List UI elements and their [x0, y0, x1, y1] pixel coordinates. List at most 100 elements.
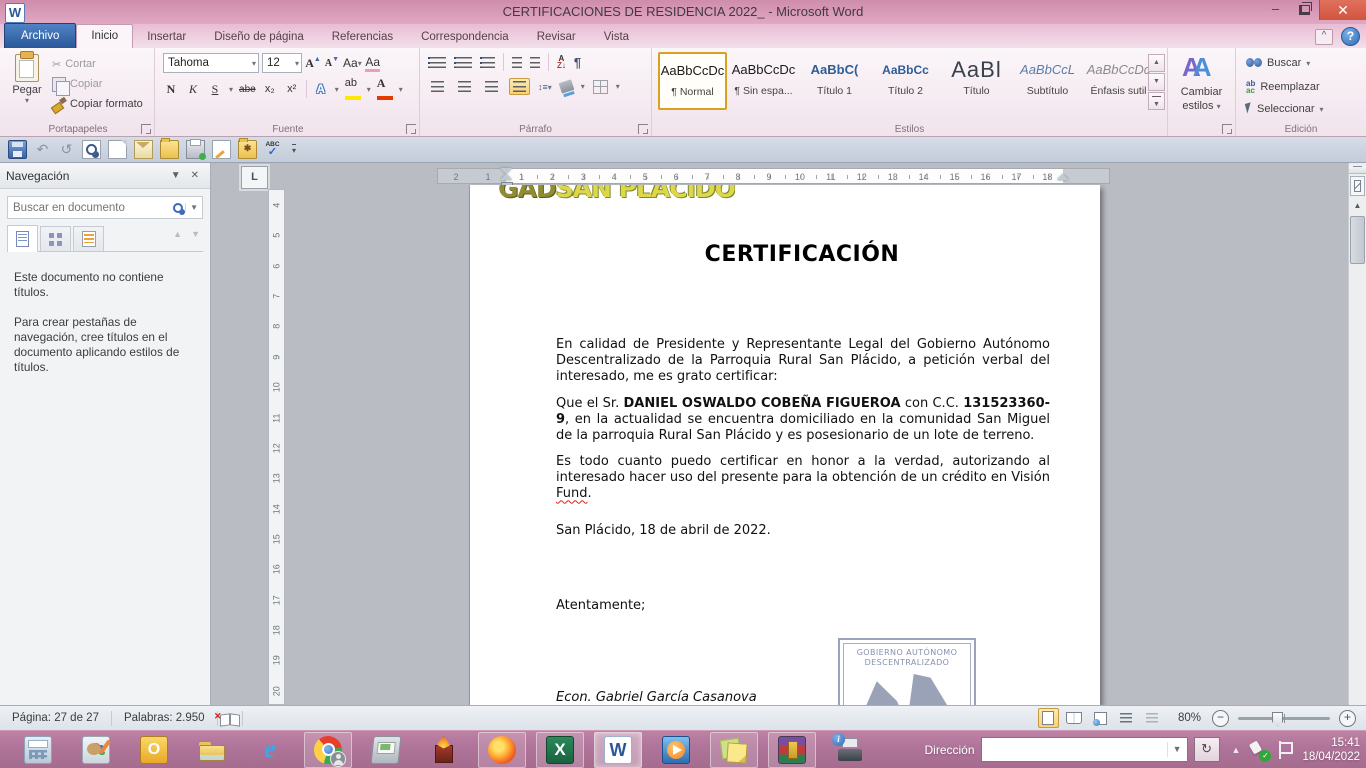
- restore-button[interactable]: [1290, 0, 1319, 20]
- change-case-button[interactable]: Aa ▾: [343, 54, 362, 72]
- scrollbar-thumb[interactable]: [1350, 216, 1365, 264]
- fuente-dialog-launcher-icon[interactable]: [406, 124, 416, 134]
- right-indent-marker[interactable]: [1057, 174, 1069, 180]
- safely-remove-hardware-icon[interactable]: ✓: [1249, 740, 1269, 760]
- cut-button[interactable]: ✂ Cortar: [52, 54, 143, 74]
- tab-archivo[interactable]: Archivo: [4, 23, 76, 48]
- spelling-grammar-icon[interactable]: ABC✓: [264, 141, 281, 158]
- nav-tab-results[interactable]: [73, 226, 104, 251]
- tab-referencias[interactable]: Referencias: [318, 26, 407, 48]
- web-layout-view-button[interactable]: [1090, 708, 1111, 728]
- taskbar-calculator[interactable]: [14, 732, 62, 768]
- style-titulo-2[interactable]: AaBbCc Título 2: [871, 52, 940, 110]
- taskbar-winrar[interactable]: [768, 732, 816, 768]
- italic-button[interactable]: K: [185, 80, 201, 98]
- search-icon[interactable]: [172, 202, 182, 214]
- style-titulo-1[interactable]: AaBbC( Título 1: [800, 52, 869, 110]
- tab-inicio[interactable]: Inicio: [76, 24, 133, 48]
- show-paragraph-marks-icon[interactable]: ¶: [574, 55, 581, 70]
- zoom-in-icon[interactable]: +: [1339, 710, 1356, 727]
- replace-button[interactable]: ab ac Reemplazar: [1246, 80, 1320, 94]
- font-name-dropdown-icon[interactable]: ▾: [248, 59, 256, 68]
- scroll-up-icon[interactable]: ▲: [1349, 198, 1366, 214]
- superscript-button[interactable]: x²: [284, 80, 300, 98]
- minimize-button[interactable]: –: [1261, 0, 1290, 20]
- word-count[interactable]: Palabras: 2.950: [112, 711, 218, 726]
- paste-dropdown-icon[interactable]: ▾: [7, 96, 47, 105]
- underline-button[interactable]: S: [207, 80, 223, 98]
- tab-correspondencia[interactable]: Correspondencia: [407, 26, 523, 48]
- nav-tab-headings[interactable]: [7, 225, 38, 252]
- print-preview-icon[interactable]: [82, 140, 101, 159]
- borders-icon[interactable]: [593, 80, 608, 94]
- show-hidden-icons-icon[interactable]: ▲: [1232, 745, 1241, 755]
- edit-document-icon[interactable]: [212, 140, 231, 159]
- print-layout-view-button[interactable]: [1038, 708, 1059, 728]
- redo-icon[interactable]: ↺: [58, 141, 75, 158]
- special-folder-icon[interactable]: ✱: [238, 140, 257, 159]
- document-page[interactable]: GADSAN PLÁCIDO CERTIFICACIÓN En calidad …: [470, 185, 1100, 705]
- split-handle[interactable]: [1349, 166, 1366, 174]
- select-button[interactable]: Seleccionar ▾: [1246, 103, 1324, 115]
- paste-button[interactable]: Pegar ▾: [7, 52, 47, 120]
- find-button[interactable]: Buscar ▾: [1246, 57, 1310, 69]
- zoom-out-icon[interactable]: −: [1212, 710, 1229, 727]
- sort-icon[interactable]: A Z↓: [557, 55, 566, 69]
- styles-gallery-more-icon[interactable]: ▼: [1148, 92, 1165, 110]
- shading-icon[interactable]: [558, 79, 574, 93]
- open-icon[interactable]: [160, 140, 179, 159]
- save-icon[interactable]: [8, 140, 27, 159]
- taskbar-internet-explorer[interactable]: e: [246, 732, 294, 768]
- search-input[interactable]: [8, 202, 172, 214]
- customize-qat-icon[interactable]: ▾: [292, 144, 296, 155]
- tab-diseno[interactable]: Diseño de página: [200, 26, 318, 48]
- tab-insertar[interactable]: Insertar: [133, 26, 200, 48]
- subscript-button[interactable]: x₂: [262, 80, 278, 98]
- taskbar-outlook[interactable]: O: [130, 732, 178, 768]
- vertical-scrollbar[interactable]: ▲: [1348, 163, 1366, 705]
- decrease-indent-icon[interactable]: [512, 57, 522, 68]
- style-enfasis-sutil[interactable]: AaBbCcDc Énfasis sutil: [1084, 52, 1153, 110]
- nav-tab-pages[interactable]: [40, 226, 71, 251]
- next-heading-icon[interactable]: ▼: [191, 229, 200, 239]
- taskbar-file-explorer[interactable]: [188, 732, 236, 768]
- font-color-button[interactable]: A: [377, 78, 393, 100]
- tab-selector[interactable]: L: [241, 166, 268, 189]
- copy-button[interactable]: Copiar: [52, 74, 143, 94]
- taskbar-scanner[interactable]: [362, 732, 410, 768]
- style-titulo[interactable]: AaBl Título: [942, 52, 1011, 110]
- address-go-icon[interactable]: ↻: [1194, 737, 1220, 762]
- clear-formatting-button[interactable]: Aa: [365, 54, 381, 72]
- tab-revisar[interactable]: Revisar: [523, 26, 590, 48]
- new-document-icon[interactable]: [108, 140, 127, 159]
- outline-view-button[interactable]: [1116, 708, 1137, 728]
- taskbar-firefox[interactable]: [478, 732, 526, 768]
- draft-view-button[interactable]: [1142, 708, 1163, 728]
- bullets-icon[interactable]: [428, 57, 446, 68]
- taskbar-word[interactable]: W: [594, 732, 642, 768]
- ruler-toggle-icon[interactable]: [1350, 176, 1365, 196]
- portapapeles-dialog-launcher-icon[interactable]: [141, 124, 151, 134]
- underline-dropdown-icon[interactable]: ▾: [229, 85, 233, 94]
- style-subtitulo[interactable]: AaBbCcL Subtítulo: [1013, 52, 1082, 110]
- taskbar-chrome[interactable]: [304, 732, 352, 768]
- styles-scroll-up-icon[interactable]: ▲: [1148, 54, 1165, 72]
- send-mail-icon[interactable]: [134, 140, 153, 159]
- style-sin-espaciado[interactable]: AaBbCcDc ¶ Sin espa...: [729, 52, 798, 110]
- estilos-dialog-launcher-icon[interactable]: [1222, 124, 1232, 134]
- line-spacing-icon[interactable]: ↕≡▾: [538, 82, 552, 92]
- styles-scroll-down-icon[interactable]: ▼: [1148, 73, 1165, 91]
- increase-indent-icon[interactable]: [530, 57, 540, 68]
- text-effects-button[interactable]: A: [313, 80, 329, 98]
- numbering-icon[interactable]: [454, 57, 472, 68]
- justify-button[interactable]: [509, 78, 530, 95]
- taskbar-sticky-notes[interactable]: [710, 732, 758, 768]
- zoom-slider-thumb[interactable]: [1272, 712, 1283, 727]
- multilevel-list-icon[interactable]: [480, 57, 495, 68]
- bold-button[interactable]: N: [163, 80, 179, 98]
- address-dropdown-icon[interactable]: ▼: [1167, 742, 1187, 757]
- quick-print-icon[interactable]: [186, 140, 205, 159]
- document-search-box[interactable]: ▼: [7, 196, 203, 219]
- grow-font-button[interactable]: A▲: [305, 54, 321, 72]
- address-input[interactable]: [982, 738, 1167, 761]
